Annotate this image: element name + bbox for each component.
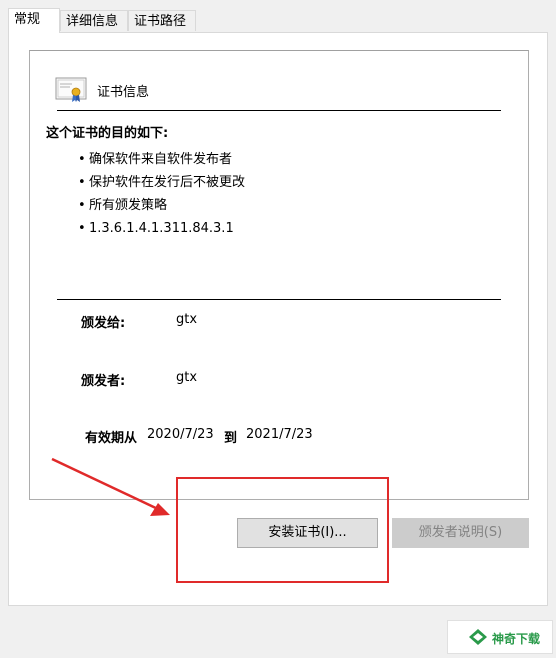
issued-by-value: gtx	[176, 370, 198, 385]
valid-to-label: 到	[224, 431, 238, 446]
purpose-list: • 确保软件来自软件发布者 • 保护软件在发行后不被更改 • 所有颁发策略 • 1.3.…	[78, 151, 245, 243]
valid-from-label: 有效期从	[85, 431, 138, 446]
certificate-icon	[55, 77, 87, 102]
valid-to-value: 2021/7/23	[246, 427, 313, 442]
purpose-item: • 保护软件在发行后不被更改	[78, 175, 246, 190]
annotation-highlight-box	[176, 477, 389, 583]
watermark-text: 神奇下载	[492, 632, 541, 646]
title-divider	[57, 110, 501, 111]
purpose-item: • 1.3.6.1.4.1.311.84.3.1	[78, 221, 234, 236]
valid-from-value: 2020/7/23	[147, 427, 214, 442]
issued-to-label: 颁发给:	[81, 316, 126, 331]
issued-to-value: gtx	[176, 312, 198, 327]
purpose-item: • 确保软件来自软件发布者	[78, 152, 233, 167]
details-divider	[57, 299, 501, 300]
tab-certification-path[interactable]: 证书路径	[128, 10, 196, 31]
issuer-statement-button[interactable]: 颁发者说明(S)	[392, 518, 529, 548]
tab-details[interactable]: 详细信息	[60, 10, 128, 31]
purpose-heading: 这个证书的目的如下:	[46, 126, 169, 141]
certificate-info-title: 证书信息	[97, 85, 150, 100]
issued-by-label: 颁发者:	[81, 374, 126, 389]
tab-general[interactable]: 常规	[8, 8, 60, 33]
purpose-item: • 所有颁发策略	[78, 198, 168, 213]
logo-icon	[469, 629, 487, 645]
